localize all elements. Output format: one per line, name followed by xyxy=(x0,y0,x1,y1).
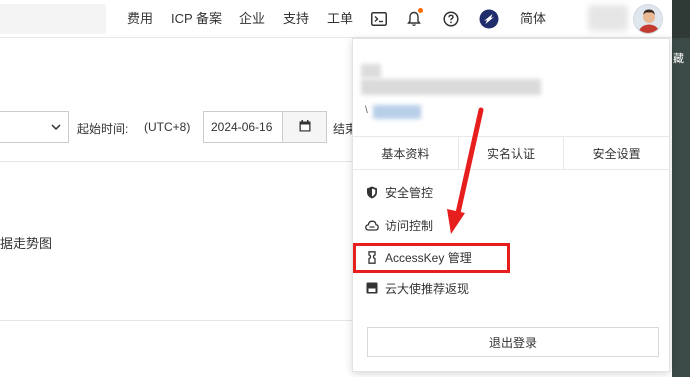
account-tabs: 基本资料 实名认证 安全设置 xyxy=(353,136,669,170)
account-id-blurred xyxy=(361,79,541,95)
language-switch[interactable]: 简体 xyxy=(520,11,546,27)
nav-enterprise[interactable]: 企业 xyxy=(239,11,265,27)
account-info-blurred xyxy=(361,64,381,78)
tab-security-settings[interactable]: 安全设置 xyxy=(564,137,669,169)
start-time-label: 起始时间: xyxy=(77,122,129,136)
account-name-blurred[interactable] xyxy=(588,5,628,31)
nav-icp-filing[interactable]: ICP 备案 xyxy=(171,11,222,27)
menu-item-label: 安全管控 xyxy=(385,185,434,200)
logout-button[interactable]: 退出登录 xyxy=(367,327,659,357)
side-panel-label: 藏 xyxy=(673,53,684,65)
chart-section-title: 据走势图 xyxy=(0,236,53,251)
nav-billing[interactable]: 费用 xyxy=(127,11,153,27)
side-panel-edge xyxy=(672,38,690,377)
account-link-blurred[interactable] xyxy=(373,105,421,119)
help-icon[interactable] xyxy=(441,9,461,29)
gift-icon xyxy=(365,281,379,295)
menu-item-label: 访问控制 xyxy=(385,218,434,233)
top-search-box[interactable] xyxy=(0,4,106,34)
divider xyxy=(0,161,352,162)
menu-item-access-control[interactable]: 访问控制 xyxy=(365,213,433,237)
timezone-label: (UTC+8) xyxy=(144,120,191,134)
menu-item-security-control[interactable]: 安全管控 xyxy=(365,180,433,204)
side-panel-edge-top xyxy=(672,0,690,38)
divider xyxy=(0,320,352,321)
tab-real-name[interactable]: 实名认证 xyxy=(459,137,565,169)
nav-ticket[interactable]: 工单 xyxy=(327,11,353,27)
start-date-input[interactable] xyxy=(203,111,283,143)
menu-item-referral[interactable]: 云大使推荐返现 xyxy=(365,276,469,300)
account-dropdown: \ 基本资料 实名认证 安全设置 安全管控 访问控制 AccessKey 管理 … xyxy=(352,38,670,372)
notification-dot xyxy=(418,8,423,13)
tab-basic-info[interactable]: 基本资料 xyxy=(353,137,459,169)
account-tag-mark: \ xyxy=(365,105,368,116)
menu-item-label: 云大使推荐返现 xyxy=(385,281,470,296)
annotation-highlight-box xyxy=(353,243,510,273)
chevron-down-icon xyxy=(50,121,62,133)
calendar-button[interactable] xyxy=(283,111,327,143)
region-select[interactable] xyxy=(0,111,69,143)
avatar[interactable] xyxy=(633,4,663,34)
top-nav-bar: 费用 ICP 备案 企业 支持 工单 简体 xyxy=(0,0,690,38)
terminal-icon[interactable] xyxy=(369,9,389,29)
ai-assistant-icon[interactable] xyxy=(479,9,499,29)
shield-icon xyxy=(365,185,379,199)
calendar-icon xyxy=(299,119,311,135)
cloud-icon xyxy=(365,218,379,232)
bell-icon[interactable] xyxy=(404,8,424,29)
nav-support[interactable]: 支持 xyxy=(283,11,309,27)
